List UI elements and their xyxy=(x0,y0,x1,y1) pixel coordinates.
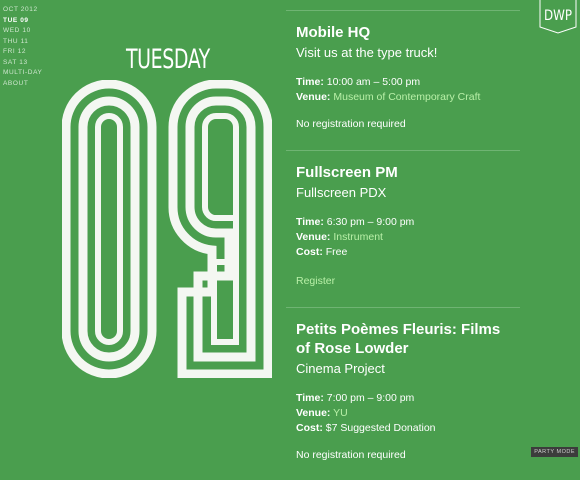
event-time: Time: 10:00 am – 5:00 pm xyxy=(296,76,421,88)
event-card: Fullscreen PM Fullscreen PDX Time: 6:30 … xyxy=(286,150,520,307)
event-card: Mobile HQ Visit us at the type truck! Ti… xyxy=(286,10,520,150)
nav-item-about[interactable]: ABOUT xyxy=(3,79,63,90)
party-mode-button[interactable]: PARTY MODE xyxy=(531,447,578,457)
venue-link[interactable]: YU xyxy=(333,407,348,419)
nav-item-fri-12[interactable]: FRI 12 xyxy=(3,47,63,58)
site-logo[interactable]: DWP xyxy=(539,0,577,34)
event-title[interactable]: Petits Poèmes Fleuris: Films of Rose Low… xyxy=(296,320,510,358)
event-cost: Cost: Free xyxy=(296,246,348,258)
event-note: No registration required xyxy=(296,449,406,461)
day-number-graphic: 09 xyxy=(62,80,272,378)
venue-link[interactable]: Museum of Contemporary Craft xyxy=(333,91,480,103)
day-name: TUESDAY xyxy=(126,44,210,75)
event-card: Petits Poèmes Fleuris: Films of Rose Low… xyxy=(286,307,520,480)
nav-item-wed-10[interactable]: WED 10 xyxy=(3,26,63,37)
event-cost: Cost: $7 Suggested Donation xyxy=(296,422,436,434)
nav-item-thu-11[interactable]: THU 11 xyxy=(3,37,63,48)
event-time: Time: 6:30 pm – 9:00 pm xyxy=(296,216,415,228)
event-venue: Venue: Museum of Contemporary Craft xyxy=(296,91,481,103)
nav-item-multi-day[interactable]: MULTI-DAY xyxy=(3,68,63,79)
event-time: Time: 7:00 pm – 9:00 pm xyxy=(296,392,415,404)
event-title[interactable]: Fullscreen PM xyxy=(296,163,510,182)
event-note: No registration required xyxy=(296,118,406,130)
date-nav: OCT 2012 TUE 09 WED 10 THU 11 FRI 12 SAT… xyxy=(3,5,63,89)
logo-text: DWP xyxy=(544,8,572,24)
event-venue: Venue: YU xyxy=(296,407,348,419)
register-link[interactable]: Register xyxy=(296,274,510,289)
nav-item-tue-09[interactable]: TUE 09 xyxy=(3,16,63,27)
events-list: Mobile HQ Visit us at the type truck! Ti… xyxy=(286,10,520,480)
nav-item-sat-13[interactable]: SAT 13 xyxy=(3,58,63,69)
event-subtitle: Visit us at the type truck! xyxy=(296,45,438,60)
event-venue: Venue: Instrument xyxy=(296,231,383,243)
nav-item-oct-2012[interactable]: OCT 2012 xyxy=(3,5,63,16)
event-title[interactable]: Mobile HQ xyxy=(296,23,510,42)
event-subtitle: Fullscreen PDX xyxy=(296,185,387,200)
venue-link[interactable]: Instrument xyxy=(333,231,383,243)
event-subtitle: Cinema Project xyxy=(296,361,385,376)
